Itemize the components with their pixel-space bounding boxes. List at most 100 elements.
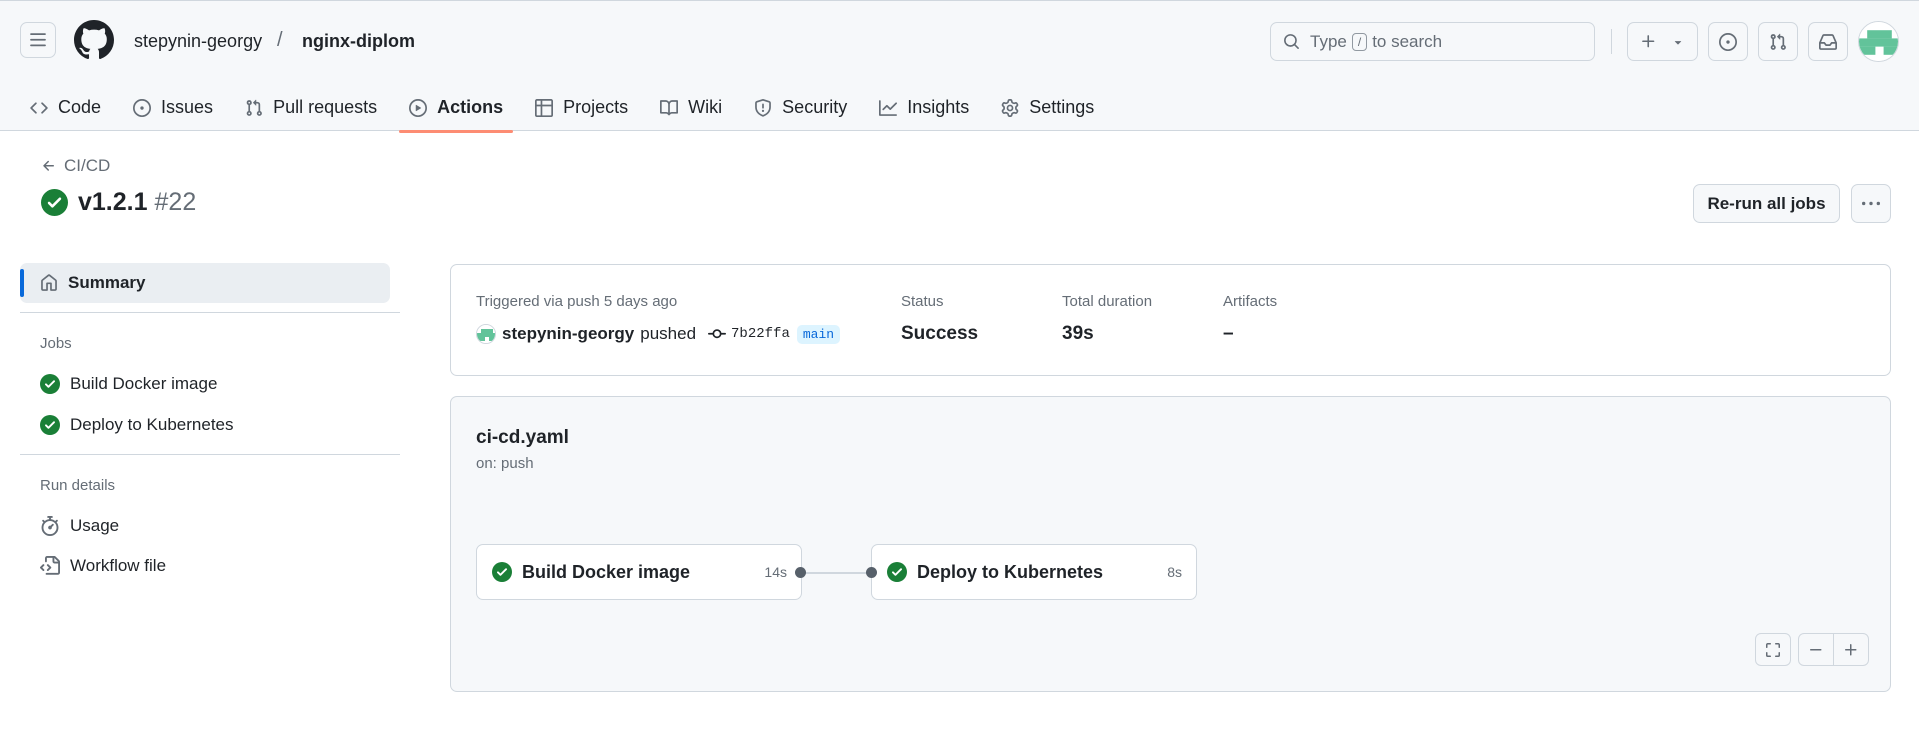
tab-label: Wiki [688,97,723,117]
dash-icon [1810,648,1822,650]
search-placeholder-prefix: Type [1310,31,1347,51]
book-icon [660,99,679,115]
inbox-button[interactable] [1808,22,1848,61]
push-info: stepynin-georgy pushed 7b22ffa main [476,324,841,344]
tab-security[interactable]: Security [744,83,857,132]
commit-sha-link[interactable]: 7b22ffa [731,326,790,342]
search-shortcut-key: / [1351,32,1368,51]
status-label: Status [901,293,944,310]
pusher-username[interactable]: stepynin-georgy [502,324,634,344]
search-input[interactable]: Type / to search [1270,22,1595,61]
stopwatch-icon [41,516,59,536]
play-icon [409,98,428,117]
back-link-label: CI/CD [64,156,111,175]
create-new-button[interactable] [1627,22,1698,61]
plus-icon [1845,643,1857,655]
job-duration: 8s [1167,564,1182,580]
workflow-graph-card: ci-cd.yaml on: push Build Docker image 1… [450,396,1891,692]
github-logo-icon[interactable] [74,20,114,60]
tab-label: Pull requests [273,97,378,117]
back-to-workflow-link[interactable]: CI/CD [41,156,110,176]
status-value: Success [901,323,979,344]
gear-icon [1001,98,1019,117]
job-node-build-docker-image[interactable]: Build Docker image 14s [476,544,802,600]
arrow-left-icon [43,160,54,171]
breadcrumb-repo[interactable]: nginx-diplom [302,31,415,52]
user-avatar[interactable] [1858,21,1899,62]
issue-opened-icon [1719,32,1737,51]
pull-requests-button[interactable] [1758,22,1798,61]
search-placeholder-suffix: to search [1372,31,1443,51]
tab-projects[interactable]: Projects [525,83,638,132]
branch-badge[interactable]: main [796,324,841,344]
tab-code[interactable]: Code [20,83,111,132]
run-name: v1.2.1 [78,188,148,216]
triangle-down-icon [1674,40,1682,45]
job-name: Build Docker image [522,561,691,582]
issues-button[interactable] [1708,22,1748,61]
sidebar-item-label: Summary [68,273,146,292]
duration-value: 39s [1062,323,1094,344]
push-verb: pushed [640,324,697,343]
tab-label: Projects [563,97,629,117]
sidebar-item-summary[interactable]: Summary [20,263,390,303]
trigger-info: Triggered via push 5 days ago [476,293,678,310]
tab-pull-requests[interactable]: Pull requests [235,83,387,132]
more-options-button[interactable] [1851,184,1891,223]
sidebar-item-workflow-file[interactable]: Workflow file [40,556,166,576]
search-icon [1284,34,1299,49]
check-circle-fill-icon [40,415,60,435]
plus-icon [1642,35,1655,48]
menu-button[interactable] [20,22,56,58]
breadcrumb-separator: / [277,29,283,51]
jobs-heading: Jobs [40,335,72,352]
sidebar-item-usage[interactable]: Usage [40,516,119,536]
duration-label: Total duration [1062,293,1153,310]
repo-nav-tabs: Code Issues Pull requests Actions Projec… [20,83,1116,133]
sidebar-job-label: Deploy to Kubernetes [70,415,234,434]
sidebar-job-deploy-to-kubernetes[interactable]: Deploy to Kubernetes [40,415,234,435]
git-pull-request-icon [1770,33,1786,50]
fullscreen-button[interactable] [1755,633,1791,666]
hamburger-icon [30,33,46,47]
connector-end-dot [866,567,877,578]
run-summary-card: Triggered via push 5 days ago stepynin-g… [450,264,1891,376]
breadcrumb-owner[interactable]: stepynin-georgy [134,31,262,52]
header-divider [1611,29,1612,54]
kebab-horizontal-icon [1862,201,1880,205]
tab-label: Issues [161,97,214,117]
screen-full-icon [1766,642,1780,657]
page-title: v1.2.1 #22 [41,188,196,217]
tab-actions[interactable]: Actions [399,83,514,133]
sidebar-divider [20,312,400,313]
rerun-all-jobs-button[interactable]: Re-run all jobs [1693,184,1840,223]
tab-label: Actions [437,97,504,117]
sidebar-item-label: Usage [70,516,120,535]
zoom-out-button[interactable] [1798,633,1834,666]
graph-icon [879,99,898,116]
git-commit-icon [708,329,727,339]
check-circle-fill-icon [887,562,907,582]
check-circle-fill-icon [40,374,60,394]
zoom-in-button[interactable] [1833,633,1869,666]
run-details-heading: Run details [40,477,116,494]
tab-insights[interactable]: Insights [869,83,979,132]
avatar[interactable] [476,324,496,344]
sidebar-item-label: Workflow file [70,556,167,575]
workflow-trigger: on: push [476,455,534,472]
tab-wiki[interactable]: Wiki [650,83,732,132]
workflow-file-name[interactable]: ci-cd.yaml [476,427,569,449]
git-pull-request-icon [246,99,262,116]
artifacts-label: Artifacts [1223,293,1278,310]
tab-issues[interactable]: Issues [123,83,223,132]
job-dependency-connector [800,572,872,574]
job-duration: 14s [764,564,787,580]
job-name: Deploy to Kubernetes [917,561,1104,582]
home-icon [41,274,57,291]
sidebar-job-build-docker-image[interactable]: Build Docker image [40,374,217,394]
tab-label: Security [782,97,848,117]
job-node-deploy-to-kubernetes[interactable]: Deploy to Kubernetes 8s [871,544,1197,600]
code-icon [30,101,48,114]
tab-settings[interactable]: Settings [991,83,1104,132]
artifacts-value: – [1223,323,1234,344]
